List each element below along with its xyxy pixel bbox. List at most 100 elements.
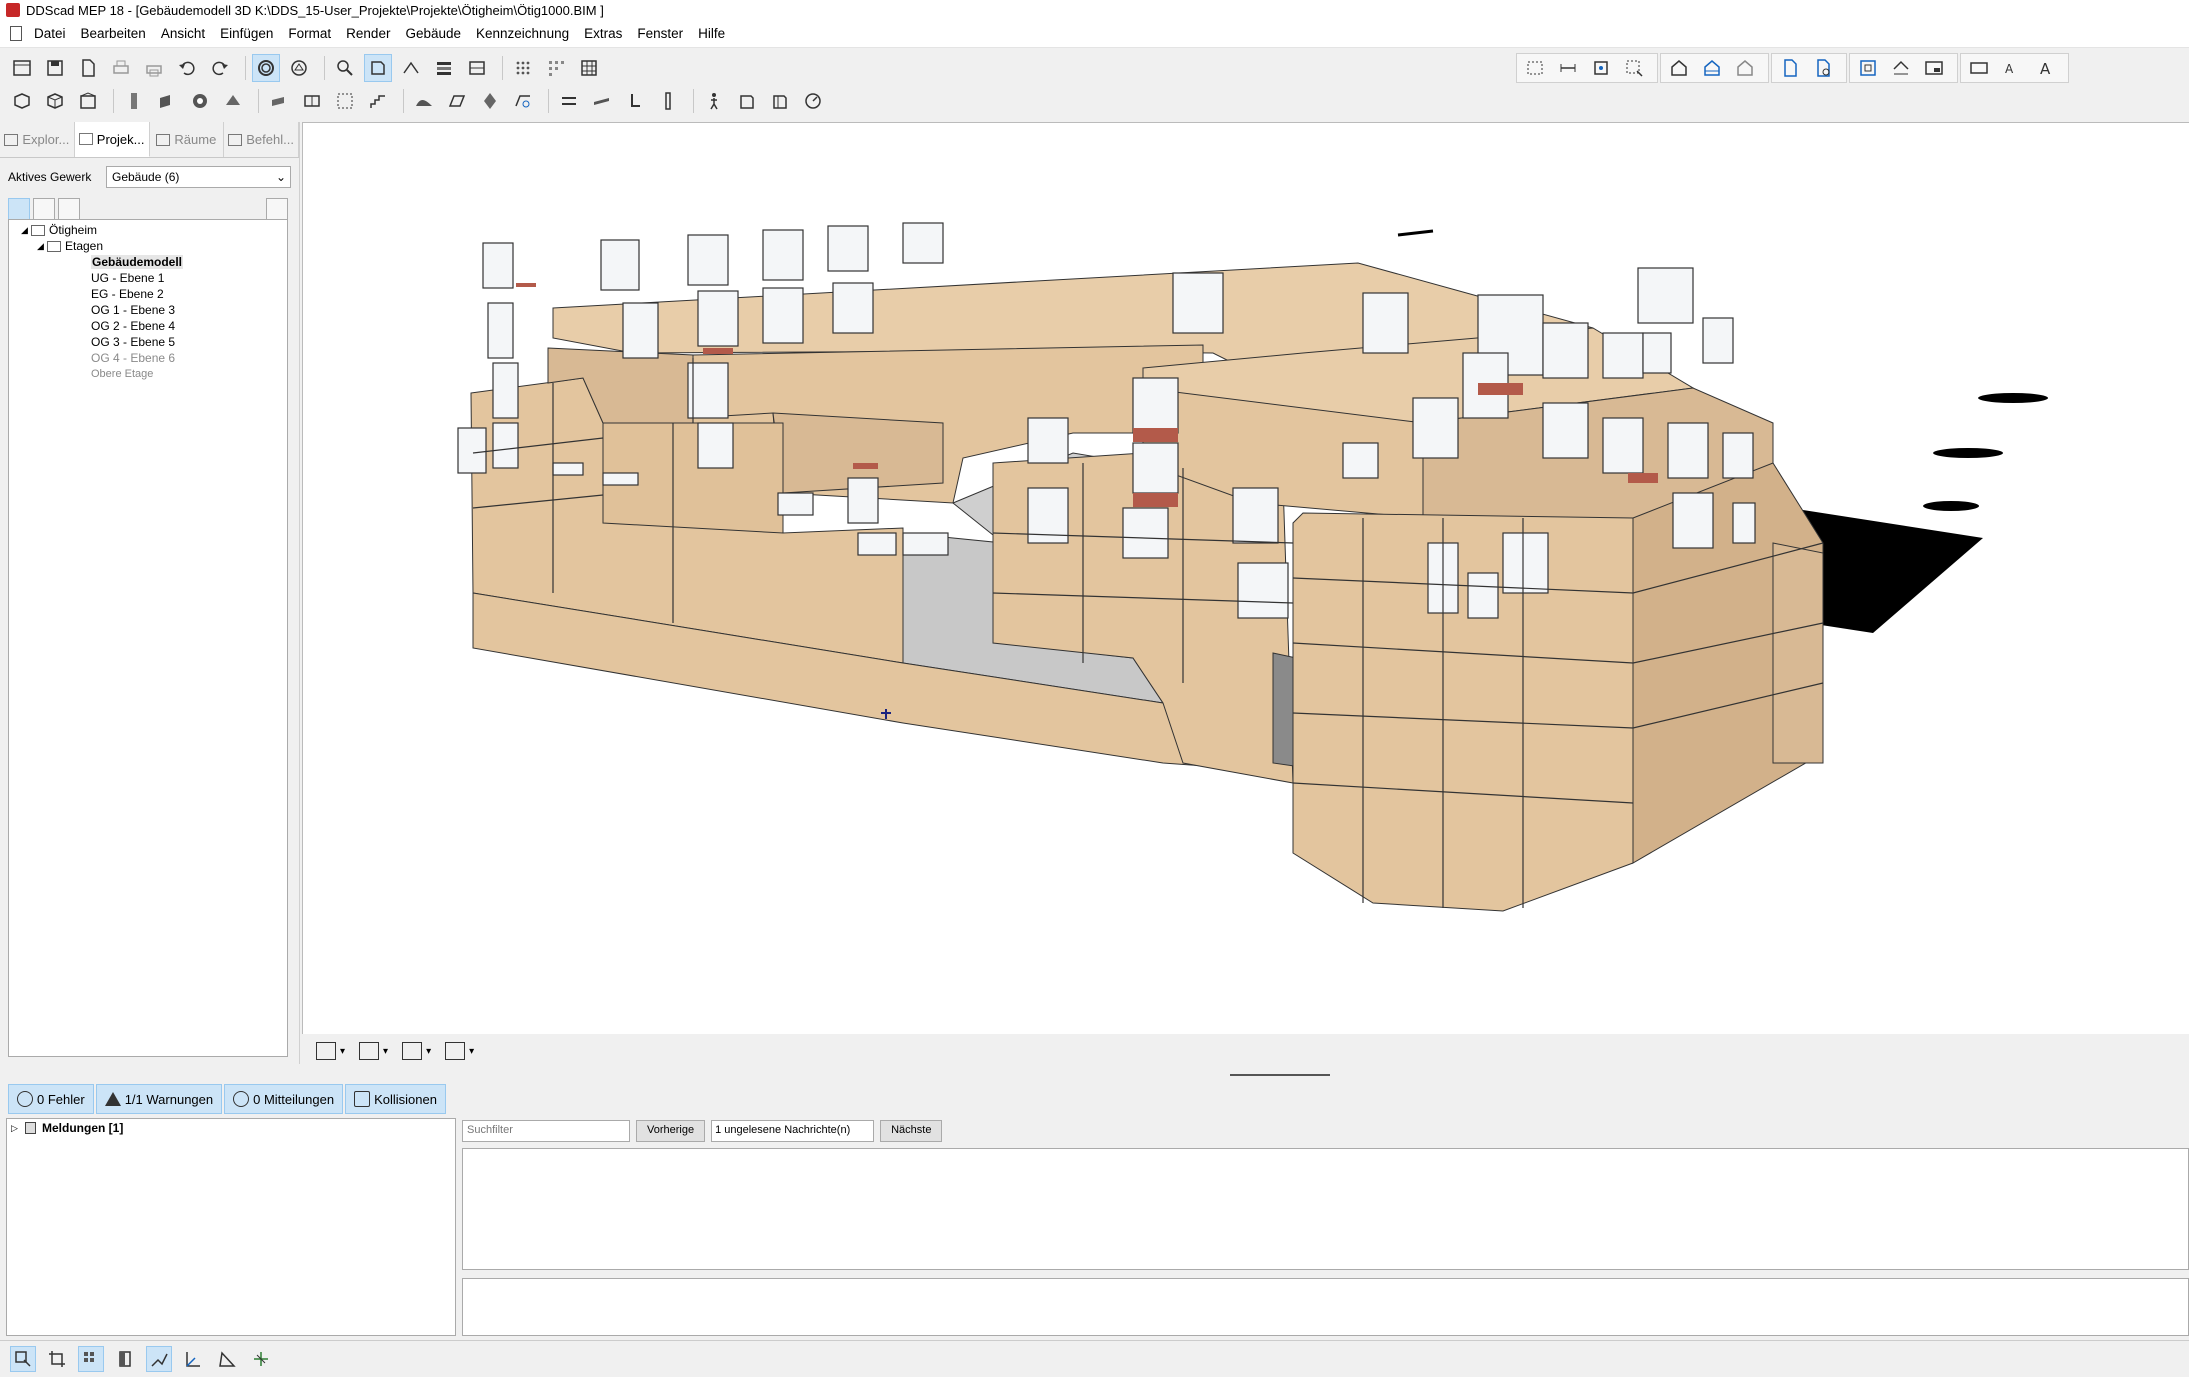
surface-icon[interactable] xyxy=(443,87,471,115)
menu-einfuegen[interactable]: Einfügen xyxy=(220,26,273,41)
axis-icon[interactable] xyxy=(180,1346,206,1372)
object-icon[interactable] xyxy=(733,87,761,115)
next-button[interactable]: Nächste xyxy=(880,1120,943,1142)
grid-snap-icon[interactable] xyxy=(78,1346,104,1372)
wall-icon[interactable] xyxy=(120,87,148,115)
window-tool-icon[interactable] xyxy=(298,87,326,115)
object-library-icon[interactable] xyxy=(766,87,794,115)
document-icon[interactable] xyxy=(10,26,22,41)
document-link-icon[interactable] xyxy=(1776,54,1804,82)
orbit-icon[interactable] xyxy=(285,54,313,82)
door-snap-icon[interactable] xyxy=(112,1346,138,1372)
snap-select-icon[interactable] xyxy=(10,1346,36,1372)
opening-icon[interactable] xyxy=(331,87,359,115)
room-icon[interactable] xyxy=(1587,54,1615,82)
collapse-arrow-icon[interactable]: ◢ xyxy=(21,225,31,236)
dimension-icon[interactable] xyxy=(1521,54,1549,82)
rotate-object-icon[interactable] xyxy=(799,87,827,115)
expand-arrow-icon[interactable]: ▷ xyxy=(11,1123,25,1134)
view-window-icon[interactable] xyxy=(1920,54,1948,82)
house-roof-icon[interactable] xyxy=(1731,54,1759,82)
coordinate-icon[interactable] xyxy=(248,1346,274,1372)
3d-viewport[interactable] xyxy=(302,122,2189,1034)
tree-group-etagen[interactable]: ◢ Etagen xyxy=(9,238,287,254)
person-icon[interactable] xyxy=(700,87,728,115)
redo-icon[interactable] xyxy=(206,54,234,82)
previous-button[interactable]: Vorherige xyxy=(636,1120,706,1142)
panel-splitter[interactable] xyxy=(1230,1074,1330,1076)
building-view-icon[interactable] xyxy=(8,198,30,220)
layers-icon[interactable] xyxy=(430,54,458,82)
grid-icon[interactable] xyxy=(575,54,603,82)
tree-item[interactable]: OG 4 - Ebene 6 xyxy=(9,350,287,366)
print-icon[interactable] xyxy=(107,54,135,82)
tree-item[interactable]: OG 1 - Ebene 3 xyxy=(9,302,287,318)
point-snap-icon[interactable] xyxy=(146,1346,172,1372)
tab-warnungen[interactable]: 1/1 Warnungen xyxy=(95,1084,223,1114)
zoom-icon[interactable] xyxy=(331,54,359,82)
house-floors-icon[interactable] xyxy=(1698,54,1726,82)
tab-fehler[interactable]: 0 Fehler xyxy=(8,1084,94,1114)
menu-fenster[interactable]: Fenster xyxy=(637,26,683,41)
folder-view-icon[interactable] xyxy=(33,198,55,220)
grid-dots-icon[interactable] xyxy=(509,54,537,82)
roof-tool-icon[interactable] xyxy=(219,87,247,115)
render-mode-icon[interactable] xyxy=(252,54,280,82)
beam-icon[interactable] xyxy=(588,87,616,115)
menu-kennzeichnung[interactable]: Kennzeichnung xyxy=(476,26,569,41)
tree-item[interactable]: UG - Ebene 1 xyxy=(9,270,287,286)
menu-hilfe[interactable]: Hilfe xyxy=(698,26,725,41)
volume-icon[interactable] xyxy=(476,87,504,115)
menu-ansicht[interactable]: Ansicht xyxy=(161,26,205,41)
search-filter-input[interactable]: Suchfilter xyxy=(462,1120,630,1142)
building-element-icon[interactable] xyxy=(74,87,102,115)
collapse-all-icon[interactable] xyxy=(266,198,288,220)
print-preview-icon[interactable] xyxy=(140,54,168,82)
view-3d-icon[interactable] xyxy=(364,54,392,82)
pillar-icon[interactable] xyxy=(654,87,682,115)
slab-icon[interactable] xyxy=(153,87,181,115)
menu-render[interactable]: Render xyxy=(346,26,390,41)
tree-item[interactable]: OG 3 - Ebene 5 xyxy=(9,334,287,350)
copy-view-icon[interactable] xyxy=(58,198,80,220)
cube-icon[interactable] xyxy=(8,87,36,115)
tree-item[interactable]: Gebäudemodell xyxy=(9,254,287,270)
inspect-icon[interactable] xyxy=(509,87,537,115)
display-dropdown[interactable]: ▾ xyxy=(445,1042,474,1060)
undo-icon[interactable] xyxy=(173,54,201,82)
tree-item[interactable]: Obere Etage xyxy=(9,366,287,382)
tree-item[interactable]: EG - Ebene 2 xyxy=(9,286,287,302)
menu-bearbeiten[interactable]: Bearbeiten xyxy=(81,26,146,41)
measure-icon[interactable] xyxy=(1554,54,1582,82)
text-rotate-icon[interactable]: A xyxy=(1998,54,2026,82)
view-mode-dropdown[interactable]: ▾ xyxy=(316,1042,345,1060)
cube-wire-icon[interactable] xyxy=(41,87,69,115)
view-roof-icon[interactable] xyxy=(1887,54,1915,82)
house-icon[interactable] xyxy=(1665,54,1693,82)
view-frame-icon[interactable] xyxy=(1854,54,1882,82)
terrain-icon[interactable] xyxy=(410,87,438,115)
new-document-icon[interactable] xyxy=(74,54,102,82)
angle-icon[interactable] xyxy=(214,1346,240,1372)
pipe-icon[interactable] xyxy=(621,87,649,115)
snap-grid-icon[interactable] xyxy=(542,54,570,82)
tab-explorer[interactable]: Explor... xyxy=(0,122,75,157)
section-icon[interactable] xyxy=(397,54,425,82)
building-model[interactable] xyxy=(303,123,2189,1035)
door-icon[interactable] xyxy=(265,87,293,115)
project-explorer-icon[interactable] xyxy=(8,54,36,82)
label-icon[interactable] xyxy=(1965,54,1993,82)
floor-plan-dropdown[interactable]: ▾ xyxy=(359,1042,388,1060)
tree-item[interactable]: OG 2 - Ebene 4 xyxy=(9,318,287,334)
tab-projekt[interactable]: Projek... xyxy=(74,122,150,157)
floors-icon[interactable] xyxy=(463,54,491,82)
collapse-arrow-icon[interactable]: ◢ xyxy=(37,241,47,252)
select-area-icon[interactable] xyxy=(1620,54,1648,82)
message-tree-root[interactable]: ▷ Meldungen [1] xyxy=(11,1121,451,1135)
tab-kollisionen[interactable]: Kollisionen xyxy=(345,1084,446,1114)
railing-icon[interactable] xyxy=(555,87,583,115)
section-dropdown[interactable]: ▾ xyxy=(402,1042,431,1060)
document-settings-icon[interactable] xyxy=(1809,54,1837,82)
menu-extras[interactable]: Extras xyxy=(584,26,622,41)
tab-raeume[interactable]: Räume xyxy=(150,122,225,157)
